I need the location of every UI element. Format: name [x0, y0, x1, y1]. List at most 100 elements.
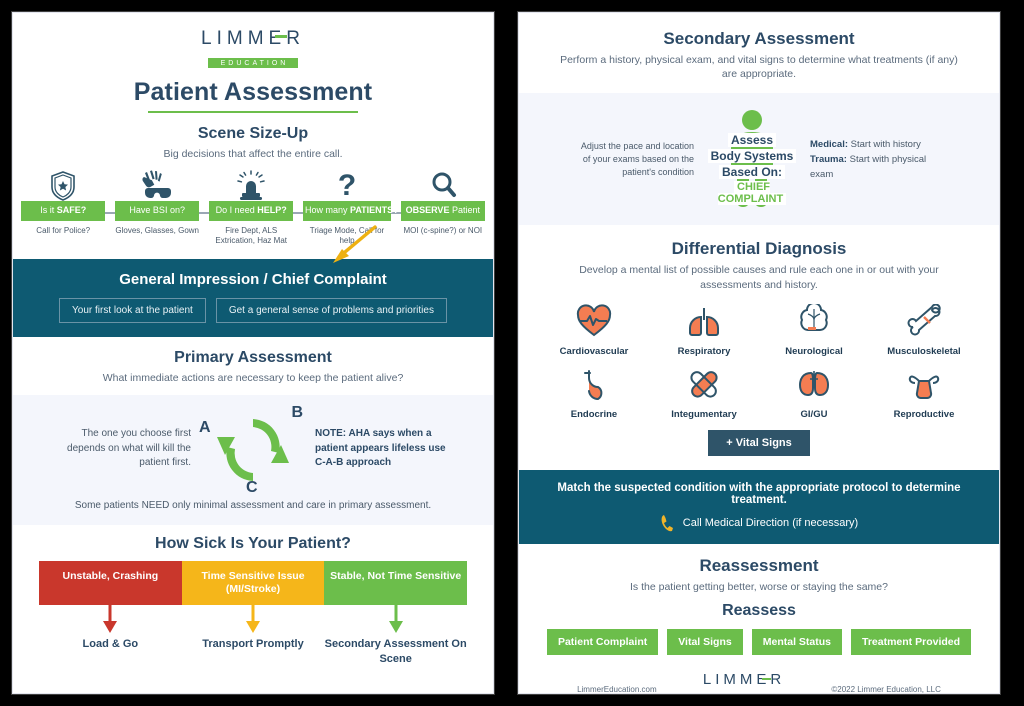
- scene-size-up-heading: Scene Size-Up: [197, 125, 309, 142]
- stomach-icon: [584, 369, 603, 400]
- body-systems-block: Adjust the pace and location of your exa…: [519, 93, 999, 226]
- severity-arrow-stable: [324, 605, 467, 635]
- siren-icon: [209, 167, 293, 201]
- abc-letter-a: A: [199, 419, 211, 437]
- reassessment-subtitle: Is the patient getting better, worse or …: [630, 580, 888, 593]
- magnifying-glass-icon: [401, 167, 485, 201]
- body-overlay-chief-complaint: CHIEF COMPLAINT: [700, 181, 804, 206]
- impression-chip-general-sense[interactable]: Get a general sense of problems and prio…: [215, 297, 447, 323]
- dx-item-reproductive[interactable]: Reproductive: [872, 367, 976, 420]
- heart-icon: [576, 304, 612, 336]
- severity-bar-stable[interactable]: Stable, Not Time Sensitive: [324, 561, 468, 606]
- police-badge-icon: [21, 167, 105, 202]
- add-vital-signs-button[interactable]: + Vital Signs: [708, 429, 810, 456]
- impression-chip-first-look[interactable]: Your first look at the patient: [59, 297, 206, 323]
- reassessment-heading: Reassessment: [699, 555, 819, 575]
- chain-connector: [105, 212, 115, 214]
- protocol-line-1: Match the suspected condition with the a…: [557, 481, 961, 506]
- question-mark-icon: ?: [303, 167, 391, 201]
- dx-label-reproductive: Reproductive: [893, 408, 955, 420]
- dx-label-musculoskeletal: Musculoskeletal: [887, 345, 961, 357]
- infographic-stage: LIMMER EDUCATION Patient Assessment Scen…: [0, 0, 1024, 706]
- dx-label-gi-gu: GI/GU: [800, 408, 828, 420]
- dx-item-integumentary[interactable]: Integumentary: [652, 367, 756, 420]
- brand-logo-footer: LIMMER EDUCATION: [699, 670, 790, 693]
- scene-node-observe[interactable]: OBSERVE Patient MOI (c-spine?) or NOI: [400, 167, 485, 236]
- bone-icon: [907, 303, 941, 336]
- dx-label-integumentary: Integumentary: [671, 408, 737, 420]
- svg-text:?: ?: [338, 169, 356, 201]
- trauma-line: Trauma: Start with physical exam: [810, 153, 927, 180]
- reassess-button-patient-complaint[interactable]: Patient Complaint: [546, 628, 659, 655]
- scene-badge-patients[interactable]: How many PATIENTS?: [303, 201, 399, 222]
- body-figure-group: Assess Body Systems Based On: CHIEF COMP…: [700, 107, 804, 211]
- severity-arrow-row: [39, 605, 467, 635]
- severity-outcome-load-and-go: Load & Go: [82, 638, 139, 651]
- left-page-card: LIMMER EDUCATION Patient Assessment Scen…: [12, 12, 494, 694]
- body-overlay-based-on: Based On:: [700, 165, 804, 180]
- brand-logo-top: LIMMER EDUCATION: [13, 29, 493, 70]
- page-title: Patient Assessment: [133, 77, 373, 106]
- dx-item-cardiovascular[interactable]: Cardiovascular: [542, 304, 646, 357]
- reassess-button-mental-status[interactable]: Mental Status: [751, 628, 842, 655]
- chain-connector: [293, 212, 303, 214]
- severity-arrow-unstable: [39, 605, 182, 635]
- medical-line: Medical: Start with history: [810, 138, 921, 150]
- title-underline: [148, 110, 358, 113]
- reassess-button-row: Patient Complaint Vital Signs Mental Sta…: [519, 628, 999, 655]
- dx-item-endocrine[interactable]: Endocrine: [542, 367, 646, 420]
- secondary-assessment-heading: Secondary Assessment: [663, 29, 855, 48]
- severity-arrow-time-sensitive: [182, 605, 325, 635]
- abc-letter-c: C: [246, 479, 258, 497]
- reassess-heading: Reassess: [722, 601, 796, 619]
- dx-label-endocrine: Endocrine: [570, 408, 618, 420]
- protocol-call-text: Call Medical Direction (if necessary): [682, 516, 859, 529]
- abc-row: The one you choose first depends on what…: [13, 395, 493, 496]
- body-overlay-assess: Assess: [700, 133, 804, 148]
- general-impression-title: General Impression / Chief Complaint: [119, 270, 387, 288]
- dx-label-respiratory: Respiratory: [677, 345, 731, 357]
- pointer-arrow-icon: [333, 225, 377, 263]
- dx-item-musculoskeletal[interactable]: Musculoskeletal: [872, 303, 976, 357]
- uterus-icon: [908, 375, 940, 399]
- scene-caption-help: Fire Dept, ALS Extrication, Haz Mat: [215, 226, 287, 246]
- dx-label-neurological: Neurological: [785, 345, 843, 357]
- primary-assessment-block: The one you choose first depends on what…: [13, 395, 493, 526]
- footer-copyright: ©2022 Limmer Education, LLC: [831, 685, 941, 694]
- scene-badge-observe[interactable]: OBSERVE Patient: [400, 201, 485, 222]
- severity-bar-time-sensitive[interactable]: Time Sensitive Issue (MI/Stroke): [181, 561, 325, 606]
- scene-badge-help[interactable]: Do I need HELP?: [209, 201, 294, 222]
- dx-item-neurological[interactable]: Neurological: [762, 301, 866, 357]
- abc-letter-b: B: [291, 404, 303, 422]
- severity-outcome-row: Load & Go Transport Promptly Secondary A…: [39, 637, 467, 666]
- scene-node-safe[interactable]: Is it SAFE? Call for Police?: [21, 167, 106, 236]
- scene-badge-safe[interactable]: Is it SAFE?: [21, 201, 106, 222]
- severity-outcome-transport: Transport Promptly: [202, 638, 304, 651]
- body-systems-right-text: Medical: Start with history Trauma: Star…: [810, 137, 942, 183]
- differential-row-1: Cardiovascular Respiratory Neurological …: [519, 301, 999, 357]
- scene-node-bsi[interactable]: Have BSI on? Gloves, Glasses, Gown: [115, 167, 200, 236]
- scene-badge-bsi[interactable]: Have BSI on?: [115, 201, 200, 222]
- scene-size-up-chain: Is it SAFE? Call for Police? Have BSI on…: [13, 167, 493, 247]
- footer-website[interactable]: LimmerEducation.com: [577, 685, 657, 693]
- dx-item-gi-gu[interactable]: GI/GU: [762, 367, 866, 420]
- primary-assessment-heading: Primary Assessment: [174, 348, 332, 366]
- severity-bar-row: Unstable, Crashing Time Sensitive Issue …: [39, 561, 468, 606]
- lungs-icon: [689, 307, 719, 336]
- body-overlay-body-systems: Body Systems: [700, 149, 804, 164]
- right-page-card: Secondary Assessment Perform a history, …: [518, 12, 1000, 694]
- phone-icon: [661, 514, 673, 531]
- dx-item-respiratory[interactable]: Respiratory: [652, 304, 756, 357]
- bandage-icon: [690, 370, 718, 398]
- footer-logo-wordmark: LIMMER: [702, 670, 786, 688]
- reassess-button-treatment-provided[interactable]: Treatment Provided: [851, 628, 972, 655]
- impression-chip-row: Your first look at the patient Get a gen…: [23, 297, 483, 323]
- primary-assessment-note: Some patients NEED only minimal assessme…: [74, 500, 432, 512]
- differential-diagnosis-subtitle: Develop a mental list of possible causes…: [579, 264, 939, 291]
- differential-row-2: Endocrine Integumentary GI/GU Reproducti…: [519, 367, 999, 420]
- severity-heading: How Sick Is Your Patient?: [155, 535, 351, 553]
- severity-bar-unstable[interactable]: Unstable, Crashing: [39, 561, 182, 606]
- scene-size-up-subtitle: Big decisions that affect the entire cal…: [163, 148, 343, 160]
- scene-node-help[interactable]: Do I need HELP? Fire Dept, ALS Extricati…: [209, 167, 294, 247]
- reassess-button-vital-signs[interactable]: Vital Signs: [667, 628, 743, 655]
